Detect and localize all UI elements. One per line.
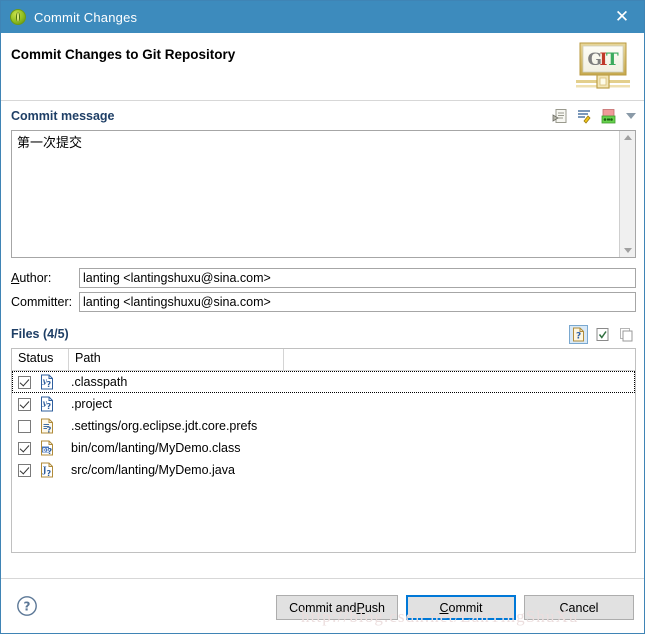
scroll-down-arrow-icon[interactable] [623,248,632,253]
table-row[interactable]: 01? bin/com/lanting/MyDemo.class [12,437,635,459]
button-label-prefix: Cancel [559,600,599,615]
xml-file-untracked-icon: y? [39,396,55,412]
table-row[interactable]: y? .classpath [12,371,635,393]
commit-message-toolbar [552,108,636,125]
prefs-file-untracked-icon: ? [39,418,55,435]
files-label: Files (4/5) [11,327,69,341]
files-header: Files (4/5) ? [1,320,644,348]
deselect-all-icon[interactable] [617,325,636,344]
column-header-filler [284,349,635,370]
button-label-suffix: ommit [448,600,483,615]
file-path: .project [71,397,112,411]
button-label-mnemonic: P [356,600,365,615]
files-count: (4/5) [42,327,69,341]
commit-button[interactable]: Commit [406,595,516,620]
svg-text:?: ? [47,469,52,478]
sign-off-icon[interactable] [576,108,593,125]
file-path: .classpath [71,375,128,389]
window-titlebar: Commit Changes ✕ [1,1,644,33]
svg-text:?: ? [47,380,52,389]
column-header-status[interactable]: Status [12,349,69,370]
commit-changes-dialog: Commit Changes ✕ Commit Changes to Git R… [0,0,645,634]
commit-message-input[interactable]: 第一次提交 [12,131,619,257]
file-checkbox[interactable] [18,463,31,477]
file-checkbox[interactable] [18,419,31,433]
svg-text:T: T [606,50,619,70]
git-commit-circle-icon [10,9,26,25]
svg-text:?: ? [576,331,581,341]
file-path: .settings/org.eclipse.jdt.core.prefs [71,419,258,433]
dialog-body: Commit message 第一次提交 Author: lanting <la… [1,102,644,578]
svg-text:?: ? [47,402,52,411]
page-title: Commit Changes to Git Repository [11,47,236,62]
dialog-footer: ? Commit and Push Commit Cancel [1,578,644,633]
git-logo-icon: G I T [576,42,630,89]
file-checkbox[interactable] [18,375,31,389]
commit-message-scrollbar[interactable] [619,131,635,257]
column-header-path[interactable]: Path [69,349,284,370]
commit-message-box[interactable]: 第一次提交 [11,130,636,258]
file-path: bin/com/lanting/MyDemo.class [71,441,241,455]
commit-and-push-button[interactable]: Commit and Push [276,595,398,620]
add-change-id-icon[interactable] [600,108,617,125]
files-toolbar: ? [569,324,636,344]
file-checkbox[interactable] [18,397,31,411]
table-row[interactable]: ? .settings/org.eclipse.jdt.core.prefs [12,415,635,437]
amend-previous-commit-icon[interactable] [552,108,569,125]
close-icon[interactable]: ✕ [600,1,644,33]
show-untracked-files-icon[interactable]: ? [569,324,588,344]
author-label: Author: [11,270,52,285]
author-input[interactable]: lanting <lantingshuxu@sina.com> [79,267,636,288]
select-all-icon[interactable] [593,325,612,344]
files-table-header: Status Path [12,349,635,371]
committer-label: Committer: [11,294,73,309]
svg-text:?: ? [24,600,31,614]
file-checkbox[interactable] [18,441,31,455]
button-label-suffix: ush [364,600,385,615]
commit-message-label: Commit message [11,109,115,123]
svg-text:?: ? [47,426,52,435]
button-label-prefix: Commit and [289,600,357,615]
xml-file-untracked-icon: y? [39,374,55,390]
scroll-up-arrow-icon[interactable] [623,135,632,140]
chevron-down-icon[interactable] [626,113,636,119]
window-title: Commit Changes [34,9,138,25]
author-row: Author: lanting <lantingshuxu@sina.com> [11,267,636,288]
cancel-button[interactable]: Cancel [524,595,634,620]
table-row[interactable]: y? .project [12,393,635,415]
file-path: src/com/lanting/MyDemo.java [71,463,235,477]
java-file-untracked-icon: J? [39,462,55,478]
dialog-header: Commit Changes to Git Repository G I T [1,33,644,101]
files-table-body: y? .classpath y? .project? .settings/org.ecl… [12,371,635,481]
files-label-text: Files [11,327,40,341]
help-question-icon[interactable]: ? [16,595,38,617]
footer-button-bar: Commit and Push Commit Cancel [276,595,634,620]
class-file-untracked-icon: 01? [39,440,55,456]
button-label-mnemonic: C [439,600,449,615]
files-table[interactable]: Status Path y? .classpath y? .project? .sett… [11,348,636,553]
table-row[interactable]: J? src/com/lanting/MyDemo.java [12,459,635,481]
commit-message-header: Commit message [1,102,644,130]
committer-input[interactable]: lanting <lantingshuxu@sina.com> [79,291,636,312]
committer-row: Committer: lanting <lantingshuxu@sina.co… [11,291,636,312]
svg-text:?: ? [48,447,53,456]
